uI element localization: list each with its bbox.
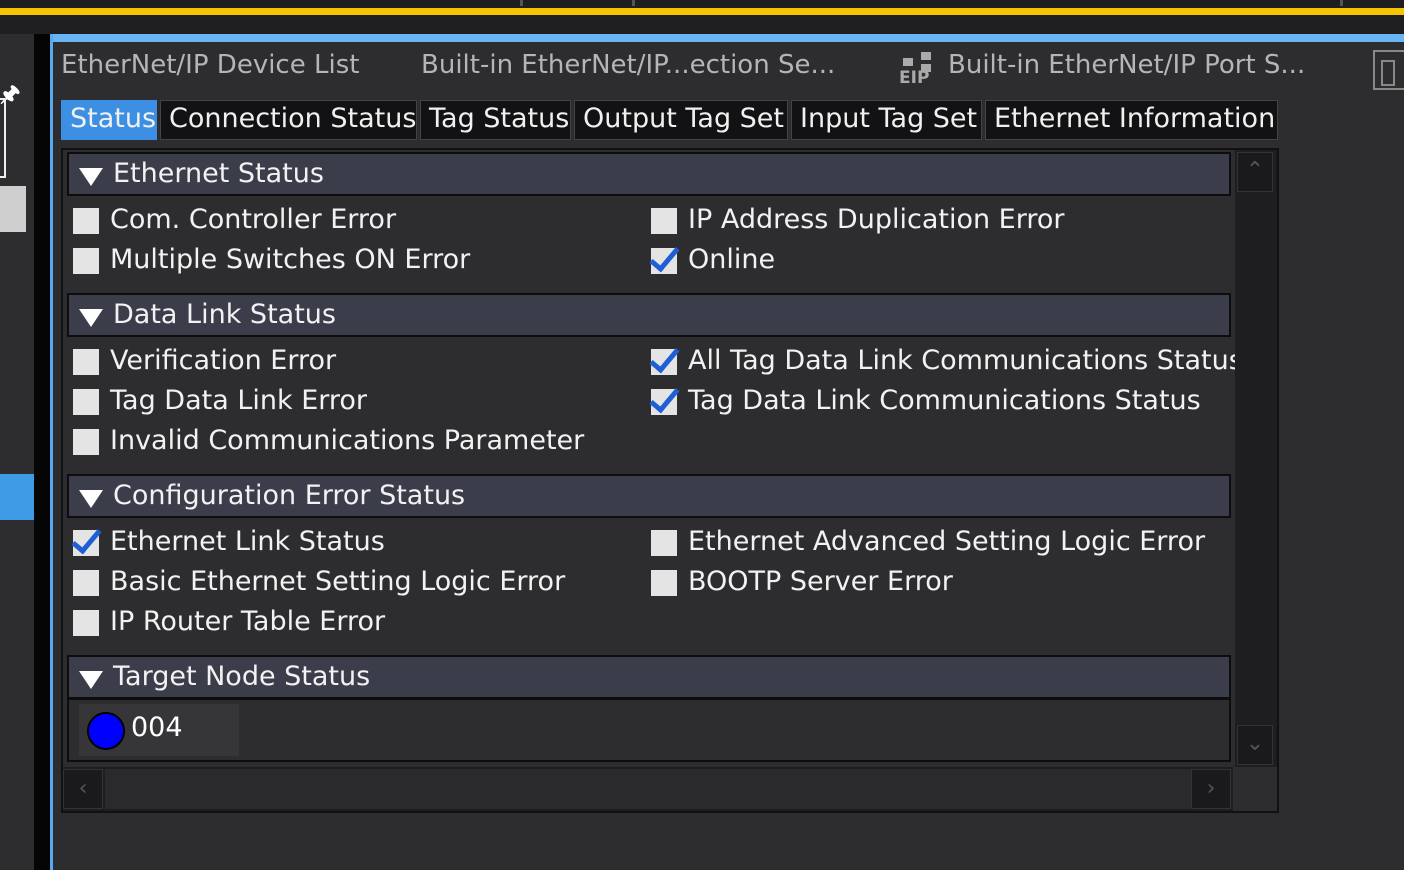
node-status-indicator bbox=[87, 712, 125, 750]
status-panel: Ethernet Status Com. Controller Error IP… bbox=[61, 148, 1279, 813]
status-checkbox bbox=[73, 208, 99, 234]
left-dock-panel: 🖈 bbox=[0, 34, 34, 870]
section-ethernet-status[interactable]: Ethernet Status bbox=[67, 152, 1231, 196]
status-checkbox bbox=[73, 248, 99, 274]
status-label: BOOTP Server Error bbox=[688, 566, 953, 597]
tab-input-tag-set[interactable]: Input Tag Set bbox=[791, 100, 982, 140]
vertical-scrollbar[interactable]: ⌃ ⌄ bbox=[1235, 150, 1277, 767]
eip-icon-label: EIP bbox=[899, 68, 930, 88]
node-number: 004 bbox=[131, 712, 183, 743]
tab-tag-status[interactable]: Tag Status bbox=[420, 100, 571, 140]
title-bar-separator bbox=[520, 0, 523, 6]
tab-connection-status[interactable]: Connection Status bbox=[160, 100, 417, 140]
collapse-triangle-icon[interactable] bbox=[79, 671, 103, 689]
status-label: Tag Data Link Communications Status bbox=[688, 385, 1201, 416]
section-title: Ethernet Status bbox=[113, 158, 324, 189]
collapse-triangle-icon[interactable] bbox=[79, 490, 103, 508]
status-label: Verification Error bbox=[110, 345, 337, 376]
section-configuration-error-status[interactable]: Configuration Error Status bbox=[67, 474, 1231, 518]
section-title: Configuration Error Status bbox=[113, 480, 466, 511]
scroll-left-icon[interactable]: ‹ bbox=[63, 769, 103, 809]
status-label: Online bbox=[688, 244, 776, 275]
status-label: Basic Ethernet Setting Logic Error bbox=[110, 566, 566, 597]
target-node-list: 004 bbox=[67, 698, 1231, 762]
target-node-item[interactable]: 004 bbox=[79, 704, 239, 756]
collapse-triangle-icon[interactable] bbox=[79, 168, 103, 186]
tab-output-tag-set[interactable]: Output Tag Set bbox=[574, 100, 788, 140]
scrollbar-track[interactable] bbox=[105, 769, 1191, 809]
tab-port-settings[interactable]: Built-in EtherNet/IP Port S... bbox=[948, 50, 1305, 80]
status-checkbox-checked bbox=[651, 389, 677, 415]
panel-splitter[interactable] bbox=[34, 34, 50, 870]
tab-ethernet-information[interactable]: Ethernet Information bbox=[985, 100, 1278, 140]
application-title-bar bbox=[0, 0, 1404, 34]
tab-overflow-icon[interactable] bbox=[1373, 50, 1404, 90]
title-bar-separator bbox=[1340, 0, 1343, 6]
status-label: IP Router Table Error bbox=[110, 606, 386, 637]
status-label: Ethernet Link Status bbox=[110, 526, 385, 557]
status-checkbox-checked bbox=[651, 349, 677, 375]
status-label: Com. Controller Error bbox=[110, 204, 397, 235]
status-checkbox-checked bbox=[651, 248, 677, 274]
status-label: Tag Data Link Error bbox=[110, 385, 368, 416]
document-tab-strip: EtherNet/IP Device List Built-in EtherNe… bbox=[53, 42, 1404, 92]
status-label: All Tag Data Link Communications Status bbox=[688, 345, 1243, 376]
status-checkbox-checked bbox=[73, 530, 99, 556]
section-target-node-status[interactable]: Target Node Status bbox=[67, 655, 1231, 699]
tab-status[interactable]: Status bbox=[61, 100, 157, 140]
dock-frame bbox=[0, 98, 6, 178]
status-label: Multiple Switches ON Error bbox=[110, 244, 471, 275]
section-data-link-status[interactable]: Data Link Status bbox=[67, 293, 1231, 337]
dock-tab-button[interactable] bbox=[0, 186, 26, 232]
scroll-right-icon[interactable]: › bbox=[1191, 769, 1231, 809]
editor-area: EtherNet/IP Device List Built-in EtherNe… bbox=[50, 34, 1404, 870]
status-checkbox bbox=[73, 429, 99, 455]
scroll-up-icon[interactable]: ⌃ bbox=[1237, 152, 1273, 192]
status-checkbox bbox=[651, 570, 677, 596]
status-label: IP Address Duplication Error bbox=[688, 204, 1065, 235]
tab-ethernet-ip-device-list[interactable]: EtherNet/IP Device List bbox=[61, 50, 359, 80]
collapse-triangle-icon[interactable] bbox=[79, 309, 103, 327]
section-title: Data Link Status bbox=[113, 299, 336, 330]
eip-port-icon: EIP bbox=[899, 52, 937, 90]
status-checkbox bbox=[73, 389, 99, 415]
status-checkbox bbox=[651, 530, 677, 556]
status-checkbox bbox=[73, 349, 99, 375]
dock-tab-selected[interactable] bbox=[0, 474, 34, 520]
status-checkbox bbox=[73, 570, 99, 596]
scroll-down-icon[interactable]: ⌄ bbox=[1237, 725, 1273, 765]
status-label: Ethernet Advanced Setting Logic Error bbox=[688, 526, 1206, 557]
section-title: Target Node Status bbox=[113, 661, 371, 692]
horizontal-scrollbar[interactable]: ‹ › bbox=[63, 767, 1233, 811]
title-bar-separator bbox=[632, 0, 635, 6]
tab-connection-settings[interactable]: Built-in EtherNet/IP...ection Se... bbox=[421, 50, 835, 80]
status-checkbox bbox=[651, 208, 677, 234]
active-document-indicator bbox=[53, 34, 1404, 42]
title-bar-accent-stripe bbox=[0, 8, 1404, 15]
status-checkbox bbox=[73, 610, 99, 636]
status-label: Invalid Communications Parameter bbox=[110, 425, 585, 456]
